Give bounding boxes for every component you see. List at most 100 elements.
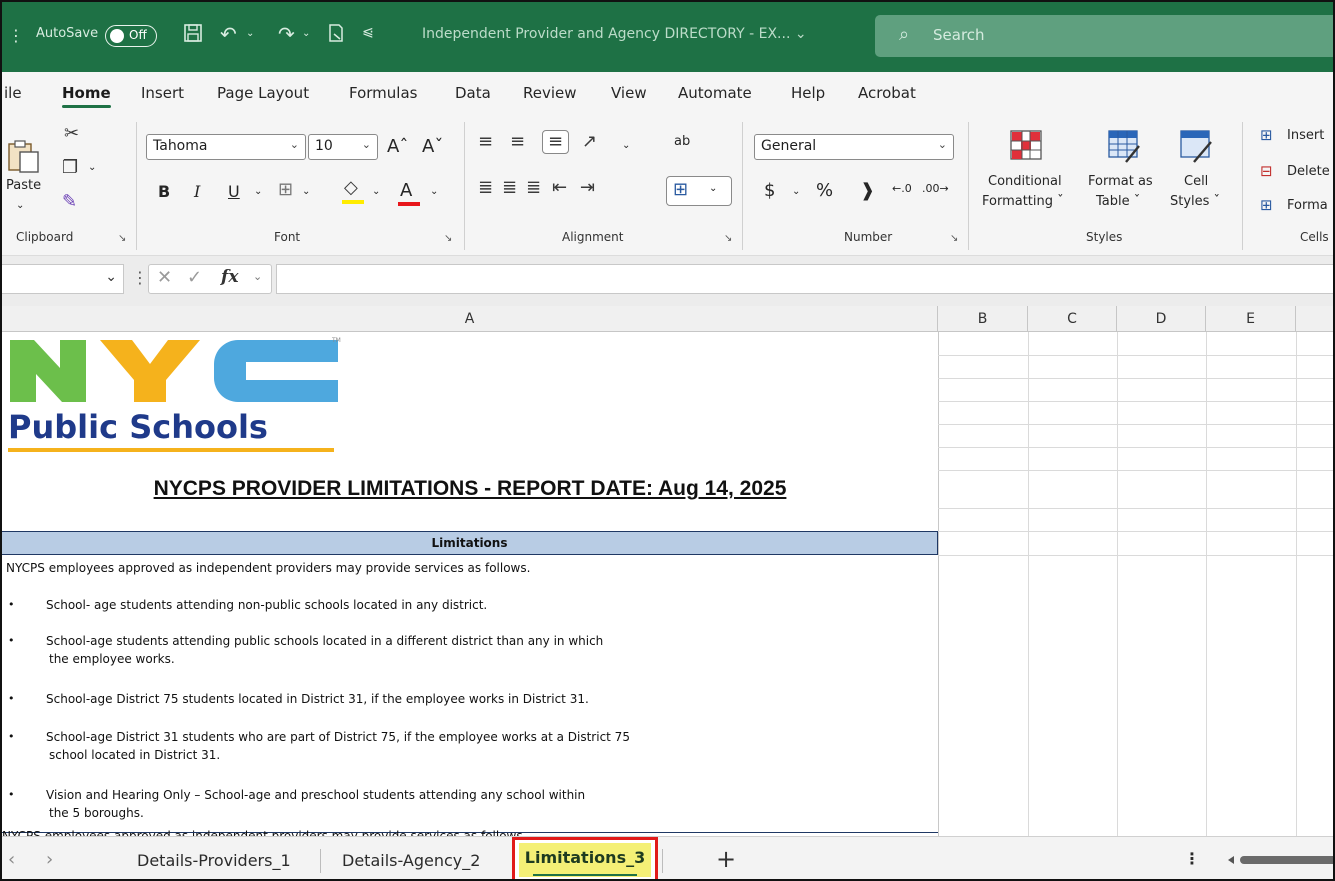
format-as-table-label-1[interactable]: Format as xyxy=(1088,174,1153,189)
redo-dropdown-icon[interactable]: ⌄ xyxy=(302,28,310,39)
underline-button[interactable]: U xyxy=(228,182,240,201)
font-color-icon[interactable]: A xyxy=(400,180,412,201)
cutoff-row-text[interactable]: NYCPS employees approved as independent … xyxy=(2,829,526,836)
number-launcher-icon[interactable]: ↘ xyxy=(950,233,958,244)
orientation-dropdown-icon[interactable]: ⌄ xyxy=(622,140,630,151)
tab-file[interactable]: ile xyxy=(4,84,22,102)
conditional-formatting-icon[interactable] xyxy=(1008,128,1044,164)
decrease-indent-icon[interactable]: ⇤ xyxy=(552,178,567,198)
insert-cells-icon[interactable]: ⊞ xyxy=(1260,126,1273,144)
cell-styles-label-2[interactable]: Styles ˇ xyxy=(1170,194,1220,209)
list-item[interactable]: School-age District 31 students who are … xyxy=(46,728,746,764)
insert-function-button[interactable]: fx xyxy=(221,267,238,287)
number-format-dropdown[interactable]: General ⌄ xyxy=(754,134,954,160)
align-bottom-icon[interactable]: ≡ xyxy=(542,130,570,154)
format-painter-icon[interactable]: ✎ xyxy=(62,192,77,212)
document-title[interactable]: Independent Provider and Agency DIRECTOR… xyxy=(422,26,807,42)
app-menu-icon[interactable]: ⋮ xyxy=(8,26,24,45)
intro-text[interactable]: NYCPS employees approved as independent … xyxy=(6,561,530,575)
list-item[interactable]: School- age students attending non-publi… xyxy=(46,596,746,614)
tab-review[interactable]: Review xyxy=(523,84,577,102)
cancel-icon[interactable]: ✕ xyxy=(157,267,172,288)
comma-style-button[interactable]: ❱ xyxy=(860,180,875,201)
insert-cells-button[interactable]: Insert xyxy=(1287,128,1324,143)
undo-icon[interactable]: ↶ xyxy=(220,22,237,46)
formula-bar-options-icon[interactable]: ⋮ xyxy=(132,268,148,287)
borders-dropdown-icon[interactable]: ⌄ xyxy=(302,186,310,197)
clipboard-launcher-icon[interactable]: ↘ xyxy=(118,233,126,244)
list-item[interactable]: Vision and Hearing Only – School-age and… xyxy=(46,786,746,822)
format-as-table-icon[interactable] xyxy=(1106,128,1142,164)
copy-icon[interactable]: ❐ xyxy=(62,158,78,178)
limitations-header[interactable]: Limitations xyxy=(2,531,938,555)
wrap-text-icon[interactable]: ab xyxy=(674,134,690,149)
currency-button[interactable]: $ xyxy=(764,180,775,201)
grow-font-button[interactable]: Aˆ xyxy=(387,136,408,157)
tab-automate[interactable]: Automate xyxy=(678,84,752,102)
autosave-toggle[interactable]: Off xyxy=(105,25,157,47)
worksheet-grid[interactable]: TM Public Schools NYCPS PROVIDER LIMITAT… xyxy=(2,332,1333,836)
customize-toolbar-icon[interactable]: ⩿ xyxy=(362,24,374,40)
more-options-icon[interactable]: ⋮ xyxy=(1184,849,1200,868)
font-launcher-icon[interactable]: ↘ xyxy=(444,233,452,244)
paste-label[interactable]: Paste xyxy=(6,178,41,193)
tab-view[interactable]: View xyxy=(611,84,647,102)
format-cells-icon[interactable]: ⊞ xyxy=(1260,196,1273,214)
column-header-e[interactable]: E xyxy=(1206,306,1296,332)
column-header-c[interactable]: C xyxy=(1028,306,1117,332)
center-icon[interactable]: ≣ xyxy=(502,178,517,198)
report-title[interactable]: NYCPS PROVIDER LIMITATIONS - REPORT DATE… xyxy=(2,477,938,501)
underline-dropdown-icon[interactable]: ⌄ xyxy=(254,186,262,197)
add-sheet-button[interactable]: + xyxy=(716,845,736,873)
next-sheet-icon[interactable]: › xyxy=(46,849,53,870)
delete-cells-button[interactable]: Delete xyxy=(1287,164,1330,179)
orientation-icon[interactable]: ↗ xyxy=(582,132,597,152)
tab-home[interactable]: Home xyxy=(62,84,111,108)
increase-indent-icon[interactable]: ⇥ xyxy=(580,178,595,198)
paste-icon[interactable] xyxy=(6,138,42,174)
delete-cells-icon[interactable]: ⊟ xyxy=(1260,162,1273,180)
merge-center-button[interactable]: ⊞ ⌄ xyxy=(666,176,732,206)
shrink-font-button[interactable]: Aˇ xyxy=(422,136,443,157)
format-painter-quick-icon[interactable] xyxy=(326,22,346,49)
italic-button[interactable]: I xyxy=(194,182,200,201)
conditional-formatting-label-2[interactable]: Formatting ˇ xyxy=(982,194,1064,209)
tab-acrobat[interactable]: Acrobat xyxy=(858,84,916,102)
tab-help[interactable]: Help xyxy=(791,84,825,102)
font-name-dropdown[interactable]: Tahoma ⌄ xyxy=(146,134,306,160)
tab-page-layout[interactable]: Page Layout xyxy=(217,84,309,102)
cell-styles-icon[interactable] xyxy=(1178,128,1214,164)
percent-button[interactable]: % xyxy=(816,180,833,201)
column-header-a[interactable]: A xyxy=(2,306,938,332)
decrease-decimal-icon[interactable]: .00→ xyxy=(922,182,949,195)
sheet-tab-details-agency[interactable]: Details-Agency_2 xyxy=(342,851,480,870)
name-box[interactable]: ⌄ xyxy=(2,264,124,294)
alignment-launcher-icon[interactable]: ↘ xyxy=(724,233,732,244)
prev-sheet-icon[interactable]: ‹ xyxy=(8,849,15,870)
chevron-down-icon[interactable]: ⌄ xyxy=(253,270,262,283)
search-box[interactable]: ⌕ Search xyxy=(875,15,1333,57)
format-cells-button[interactable]: Forma xyxy=(1287,198,1328,213)
formula-input[interactable] xyxy=(276,264,1333,294)
sheet-tab-details-providers[interactable]: Details-Providers_1 xyxy=(137,851,291,870)
list-item[interactable]: School-age District 75 students located … xyxy=(46,690,746,708)
align-right-icon[interactable]: ≣ xyxy=(526,178,541,198)
horizontal-scrollbar[interactable] xyxy=(1226,855,1335,865)
column-header-d[interactable]: D xyxy=(1117,306,1206,332)
cell-styles-label-1[interactable]: Cell xyxy=(1184,174,1208,189)
column-header-b[interactable]: B xyxy=(938,306,1028,332)
fill-color-icon[interactable]: ◇ xyxy=(344,178,358,198)
currency-dropdown-icon[interactable]: ⌄ xyxy=(792,186,800,197)
format-as-table-label-2[interactable]: Table ˇ xyxy=(1096,194,1140,209)
redo-icon[interactable]: ↷ xyxy=(278,22,295,46)
sheet-tab-limitations[interactable]: Limitations_3 xyxy=(512,837,658,879)
fill-color-dropdown-icon[interactable]: ⌄ xyxy=(372,186,380,197)
paste-dropdown-icon[interactable]: ⌄ xyxy=(16,200,24,211)
align-left-icon[interactable]: ≣ xyxy=(478,178,493,198)
font-size-dropdown[interactable]: 10 ⌄ xyxy=(308,134,378,160)
tab-formulas[interactable]: Formulas xyxy=(349,84,417,102)
undo-dropdown-icon[interactable]: ⌄ xyxy=(246,28,254,39)
copy-dropdown-icon[interactable]: ⌄ xyxy=(88,162,96,173)
list-item[interactable]: School-age students attending public sch… xyxy=(46,632,746,668)
enter-icon[interactable]: ✓ xyxy=(187,267,202,288)
